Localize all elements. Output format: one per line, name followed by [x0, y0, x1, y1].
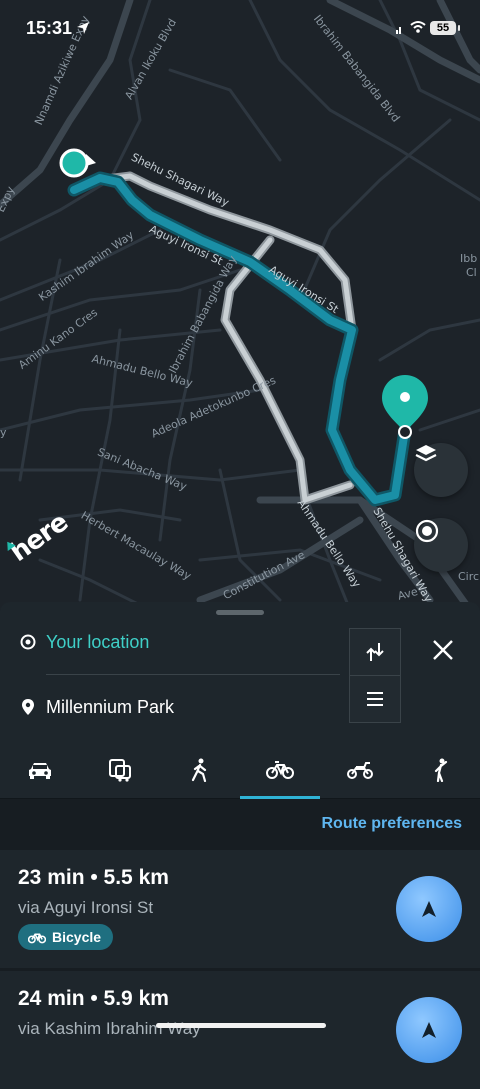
locate-icon	[415, 519, 439, 543]
layers-icon	[415, 445, 437, 462]
scooter-icon	[347, 762, 373, 779]
waypoint-divider	[46, 674, 340, 675]
close-icon	[433, 640, 453, 660]
origin-label: Your location	[46, 631, 150, 652]
origin-field[interactable]: Your location	[0, 616, 345, 668]
tab-scooter[interactable]	[320, 742, 400, 798]
mode-badge-label: Bicycle	[52, 929, 102, 945]
route-preferences-link[interactable]: Route preferences	[322, 815, 463, 833]
route-via: via Aguyi Ironsi St	[18, 898, 154, 917]
bicycle-icon	[266, 761, 294, 779]
origin-icon	[20, 634, 36, 650]
destination-pin-icon	[20, 699, 36, 715]
navigation-arrow-icon	[422, 901, 436, 917]
map-canvas	[0, 0, 480, 610]
truck-icon	[109, 759, 131, 782]
street-label: Ibb	[460, 252, 478, 265]
street-label: y	[0, 426, 7, 439]
bicycle-icon	[28, 933, 46, 943]
tab-bicycle[interactable]	[240, 742, 320, 799]
walk-icon	[191, 758, 207, 782]
start-navigation-button[interactable]	[396, 876, 462, 942]
swap-icon	[366, 643, 384, 661]
route-summary: 23 min • 5.5 km	[18, 866, 169, 889]
reorder-waypoints-button[interactable]	[349, 675, 401, 723]
recenter-button[interactable]	[414, 518, 468, 572]
swap-waypoints-button[interactable]	[349, 628, 401, 676]
navigation-arrow-icon	[422, 1022, 436, 1038]
close-button[interactable]	[425, 632, 461, 668]
car-icon	[29, 763, 51, 779]
pedestrian-icon	[434, 758, 448, 782]
route-via: via Kashim Ibrahim Way	[18, 1019, 201, 1038]
sheet-drag-handle[interactable]	[216, 610, 264, 615]
street-label: Circ	[458, 570, 480, 583]
map-view[interactable]: Nnamdi Azikiwe Expy Alvan Ikoku Blvd Ibr…	[0, 0, 480, 610]
destination-field[interactable]: Millennium Park	[0, 681, 345, 733]
location-services-icon	[77, 22, 89, 34]
status-time: 15:31	[26, 18, 73, 38]
tab-walk[interactable]	[160, 742, 240, 798]
route-summary: 24 min • 5.9 km	[18, 987, 169, 1010]
route-option-1[interactable]: 23 min • 5.5 km via Aguyi Ironsi St Bicy…	[0, 850, 480, 968]
route-planner-sheet: Your location Millennium Park Route pref…	[0, 602, 480, 1089]
map-layers-button[interactable]	[414, 443, 468, 497]
wifi-icon	[410, 21, 426, 33]
tab-pedestrian[interactable]	[400, 742, 480, 798]
mode-badge: Bicycle	[18, 924, 114, 950]
home-indicator[interactable]	[156, 1023, 326, 1028]
route-option-2[interactable]: 24 min • 5.9 km via Kashim Ibrahim Way	[0, 971, 480, 1089]
signal-icon	[396, 27, 401, 34]
battery-indicator: 55	[430, 21, 460, 35]
tab-car[interactable]	[0, 742, 80, 798]
street-label: Cl	[466, 266, 477, 279]
menu-lines-icon	[367, 692, 383, 706]
origin-marker	[59, 148, 89, 178]
transport-mode-tabs	[0, 742, 480, 799]
status-bar: 15:31 55	[0, 0, 480, 56]
destination-label: Millennium Park	[46, 696, 175, 717]
start-navigation-button[interactable]	[396, 997, 462, 1063]
tab-truck[interactable]	[80, 742, 160, 798]
route-list: Route preferences 23 min • 5.5 km via Ag…	[0, 799, 480, 1089]
